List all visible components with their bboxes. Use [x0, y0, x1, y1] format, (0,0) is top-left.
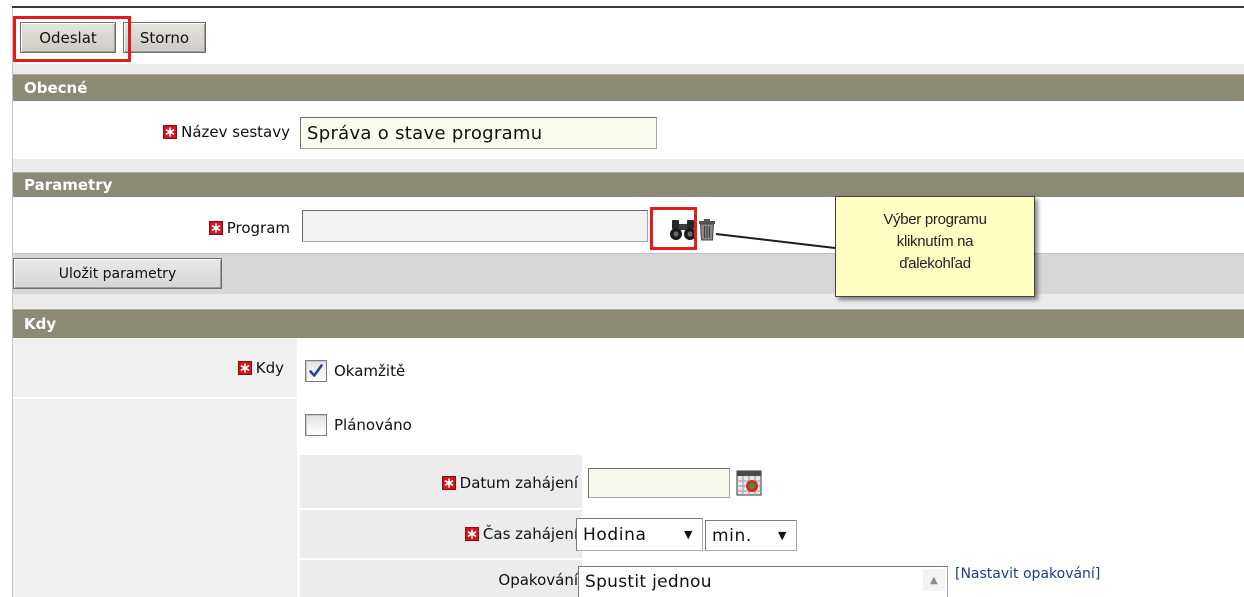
start-date-input[interactable]: [588, 468, 730, 498]
repeat-listbox-value: Spustit jednou: [585, 572, 712, 592]
scheduled-option-label: Plánováno: [334, 416, 412, 434]
minute-select-value: min.: [712, 525, 752, 546]
required-icon: [208, 221, 223, 235]
schedule-label-cell: [13, 399, 297, 597]
when-label-text: Kdy: [255, 359, 284, 377]
cancel-button[interactable]: Storno: [123, 22, 206, 53]
report-name-label-text: Název sestavy: [181, 123, 290, 141]
immediately-option-label: Okamžitě: [334, 362, 406, 380]
program-input[interactable]: [302, 210, 648, 242]
start-time-label-text: Čas zahájení: [482, 525, 578, 543]
required-icon: [237, 361, 252, 375]
dropdown-arrow-icon: ▼: [777, 529, 787, 542]
section-gap: [13, 159, 1244, 172]
checkmark-icon: [309, 364, 323, 377]
report-name-label: Název sestavy: [13, 120, 290, 144]
trash-icon[interactable]: [698, 219, 716, 241]
callout-line: Výber programu: [883, 211, 987, 228]
required-icon: [464, 527, 479, 541]
start-date-label: Datum zahájení: [300, 471, 578, 495]
calendar-icon[interactable]: [736, 470, 762, 496]
report-name-input[interactable]: [300, 117, 657, 149]
section-title-schedule: Kdy: [24, 315, 57, 333]
report-form-page: Odeslat Storno Obecné Název sestavy Para…: [0, 0, 1244, 597]
immediately-checkbox[interactable]: [305, 360, 327, 382]
minute-select[interactable]: min. ▼: [705, 520, 797, 551]
callout-box: Výber programu kliknutím na ďalekohľad: [835, 196, 1035, 297]
section-gap: [13, 64, 1244, 74]
scheduled-checkbox[interactable]: [305, 414, 327, 436]
dropdown-arrow-icon: ▼: [683, 528, 693, 541]
scroll-up-arrow-icon[interactable]: ▲: [923, 569, 945, 591]
repeat-label-text: Opakování: [498, 571, 578, 589]
section-header-schedule: Kdy: [13, 309, 1244, 338]
repeat-label: Opakování: [300, 568, 578, 592]
repeat-listbox[interactable]: Spustit jednou ▲: [578, 566, 948, 597]
section-header-general: Obecné: [13, 74, 1244, 101]
required-icon: [163, 125, 178, 139]
save-parameters-button[interactable]: Uložit parametry: [13, 258, 222, 289]
binoculars-highlight-box: [650, 207, 697, 250]
program-label-text: Program: [226, 219, 290, 237]
when-label: Kdy: [13, 356, 284, 380]
section-title-general: Obecné: [24, 79, 88, 97]
set-repeat-link[interactable]: [Nastavit opakování]: [955, 566, 1100, 588]
hour-select-value: Hodina: [583, 524, 647, 545]
hour-select[interactable]: Hodina ▼: [576, 518, 703, 551]
callout-line: ďalekohľad: [899, 255, 971, 272]
program-label: Program: [13, 216, 290, 240]
start-date-label-text: Datum zahájení: [459, 474, 578, 492]
callout-line: kliknutím na: [896, 233, 974, 250]
section-title-parameters: Parametry: [24, 176, 113, 194]
section-header-parameters: Parametry: [13, 172, 1244, 197]
submit-highlight-box: [13, 16, 131, 62]
start-time-label: Čas zahájení: [300, 522, 578, 546]
section-gap: [13, 294, 1244, 309]
required-icon: [441, 476, 456, 490]
